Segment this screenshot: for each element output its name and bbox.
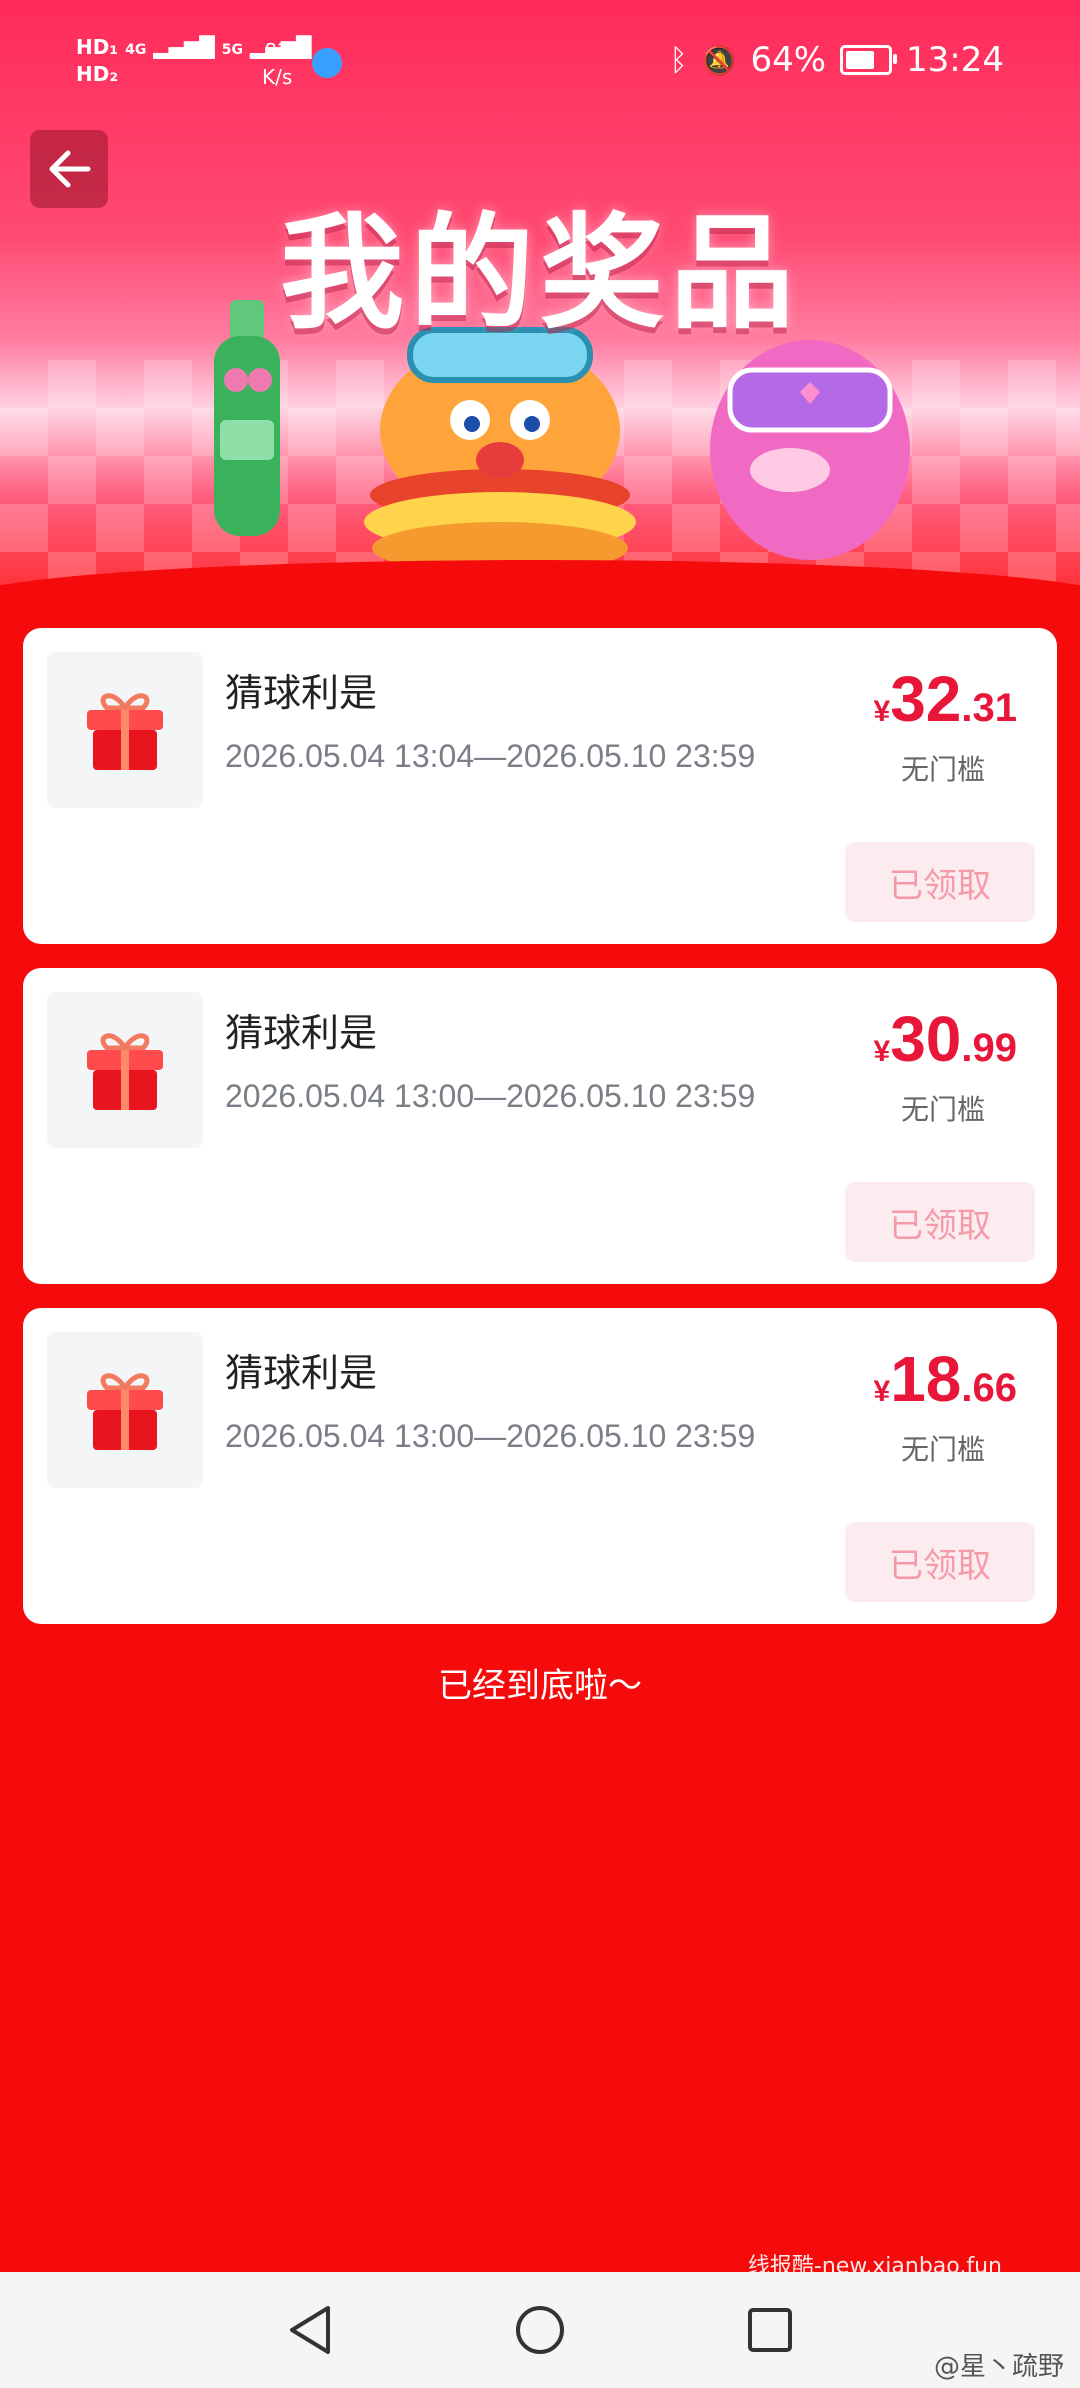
bluetooth-icon: ᛒ (669, 42, 688, 78)
gift-icon (87, 1373, 163, 1450)
speed-unit: K/s (262, 65, 293, 89)
page-title: 我的奖品 (279, 202, 800, 346)
prize-amount: ¥32.31 (874, 662, 1017, 736)
gift-icon (87, 1033, 163, 1110)
battery-percent: 64% (750, 40, 827, 80)
currency-symbol: ¥ (873, 1375, 891, 1408)
network-speed: 82 K/s (262, 38, 292, 90)
net1-label: 4G (125, 42, 147, 58)
claimed-button[interactable]: 已领取 (845, 1182, 1035, 1262)
speed-value: 82 (264, 39, 290, 63)
circle-home-icon[interactable] (514, 2302, 566, 2358)
system-nav-bar (0, 2272, 1080, 2388)
clock: 13:24 (906, 40, 1004, 80)
gift-thumbnail (47, 652, 203, 808)
fluffy-mascot (710, 340, 910, 560)
threshold-label: 无门槛 (900, 1433, 985, 1466)
mute-bell-icon: 🔕 (701, 43, 737, 77)
prize-validity: 2026.05.04 13:00—2026.05.10 23:59 (225, 1078, 756, 1114)
status-right: ᛒ 🔕 64% 13:24 (670, 40, 1004, 80)
prize-card: 猜球利是 2026.05.04 13:00—2026.05.10 23:59 ¥… (23, 968, 1057, 1284)
prize-validity: 2026.05.04 13:04—2026.05.10 23:59 (225, 738, 756, 774)
prize-validity: 2026.05.04 13:00—2026.05.10 23:59 (225, 1418, 756, 1454)
signal-icon: ▂▄▆█ (153, 35, 215, 59)
weibo-watermark: @星丶疏野 (933, 2352, 1064, 2382)
hd2-label: HD₂ (76, 62, 119, 86)
status-bar: HD₁ 4G ▂▄▆█ 5G ▂▄▆█ HD₂ 82 K/s ᛒ 🔕 64% 1… (0, 0, 1080, 130)
currency-symbol: ¥ (873, 1035, 891, 1068)
currency-symbol: ¥ (873, 695, 891, 728)
prize-name: 猜球利是 (225, 1353, 378, 1395)
burger-mascot (364, 327, 636, 574)
gift-thumbnail (47, 1332, 203, 1488)
app-notification-icon (312, 48, 342, 78)
prize-amount: ¥30.99 (874, 1002, 1017, 1076)
prize-amount: ¥18.66 (874, 1342, 1017, 1416)
threshold-label: 无门槛 (900, 753, 985, 786)
prize-name: 猜球利是 (225, 1013, 378, 1055)
gift-icon (87, 693, 163, 770)
hd1-label: HD₁ (76, 35, 119, 59)
battery-icon (840, 45, 898, 75)
amount-integer: 32 (890, 663, 962, 735)
net2-label: 5G (221, 42, 244, 58)
prize-card: 猜球利是 2026.05.04 13:04—2026.05.10 23:59 ¥… (23, 628, 1057, 944)
triangle-back-icon[interactable] (284, 2302, 334, 2358)
prize-name: 猜球利是 (225, 673, 378, 715)
end-of-list-text: 已经到底啦～ (438, 1666, 642, 1706)
amount-decimal: .31 (961, 686, 1017, 730)
amount-integer: 18 (890, 1343, 962, 1415)
amount-decimal: .66 (961, 1366, 1017, 1410)
claimed-button[interactable]: 已领取 (845, 842, 1035, 922)
threshold-label: 无门槛 (900, 1093, 985, 1126)
prize-card: 猜球利是 2026.05.04 13:00—2026.05.10 23:59 ¥… (23, 1308, 1057, 1624)
banner-curve (0, 560, 1080, 620)
amount-integer: 30 (890, 1003, 962, 1075)
claimed-button[interactable]: 已领取 (845, 1522, 1035, 1602)
amount-decimal: .99 (961, 1026, 1017, 1070)
square-recent-icon[interactable] (744, 2302, 794, 2358)
gift-thumbnail (47, 992, 203, 1148)
